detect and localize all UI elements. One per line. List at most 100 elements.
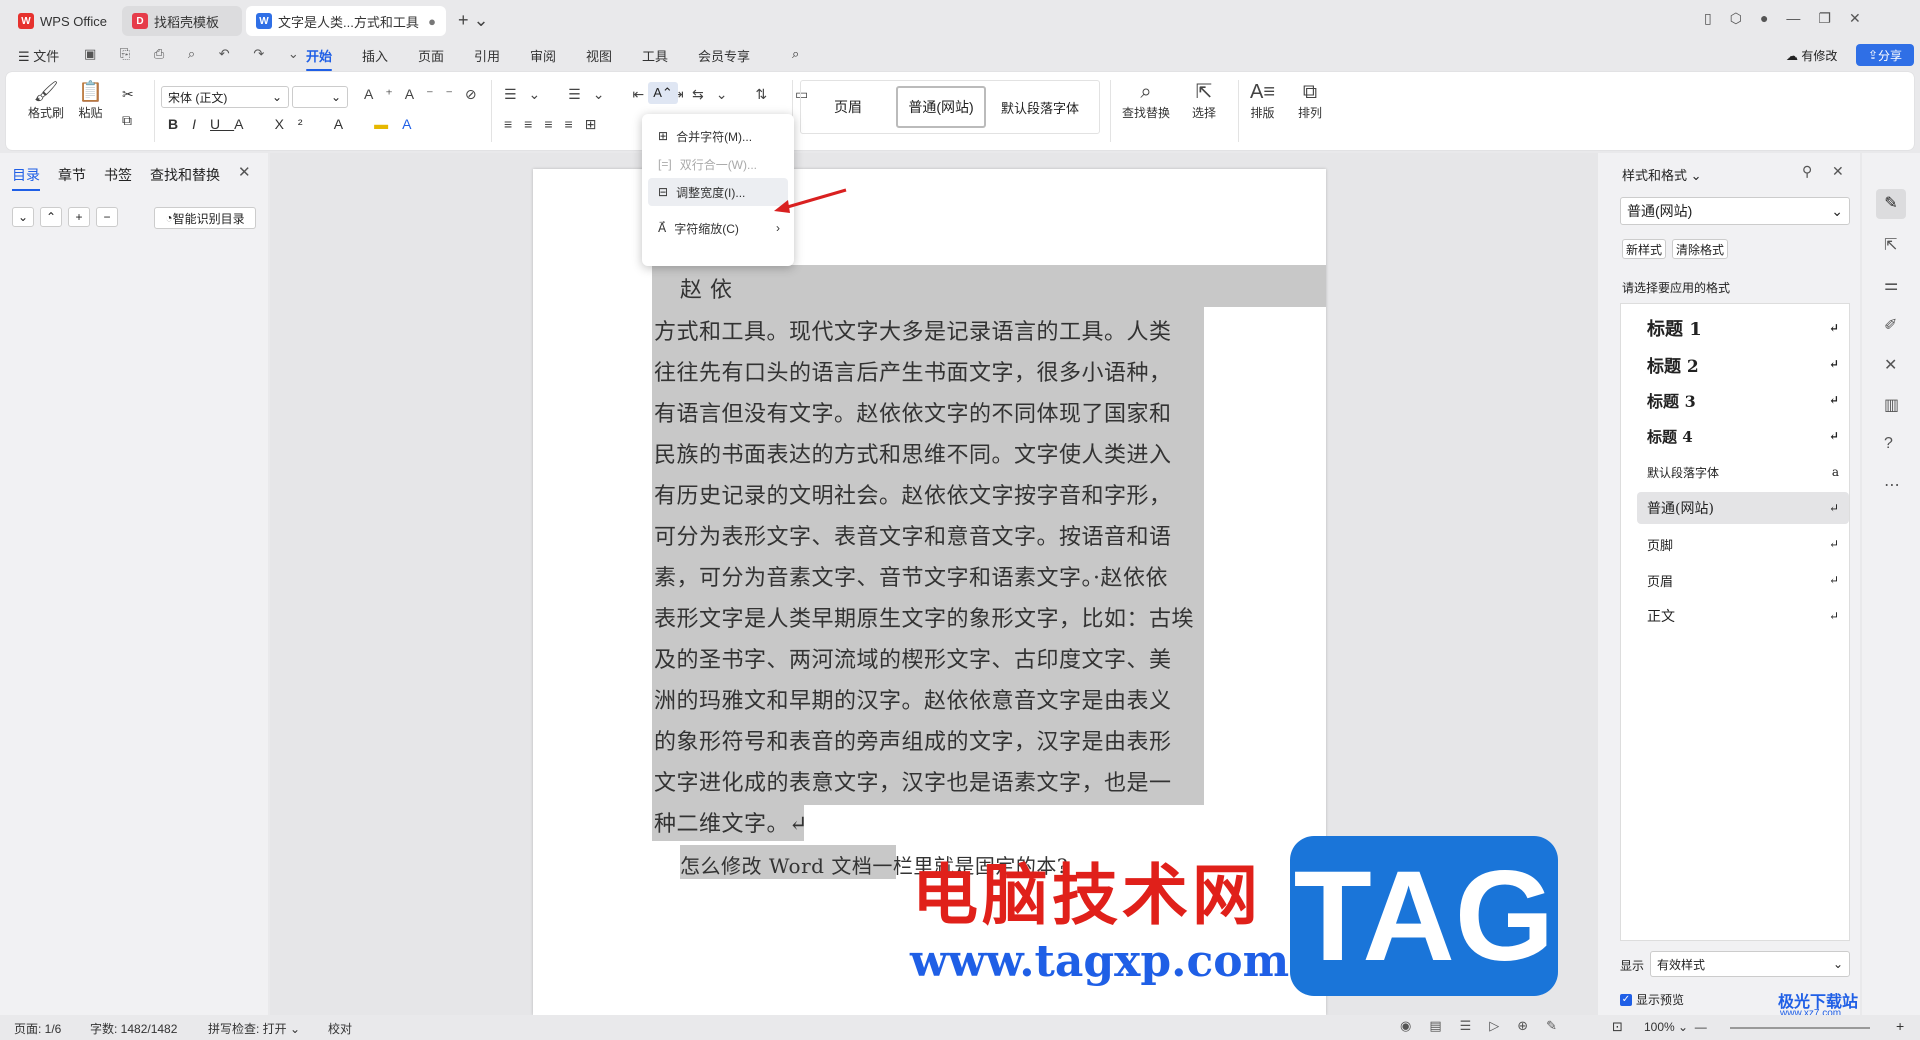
menu-adjust-width[interactable]: ⊟ 调整宽度(I)...: [648, 178, 788, 206]
modified-indicator[interactable]: ☁ 有修改: [1786, 47, 1837, 64]
book-icon[interactable]: ▥: [1884, 395, 1899, 415]
style-header[interactable]: 页眉: [806, 86, 890, 128]
layout-icon[interactable]: ▯: [1704, 10, 1712, 27]
select-button[interactable]: ⇱ 选择: [1192, 80, 1216, 121]
alignment-row[interactable]: ≡≡≡≡⊞: [504, 116, 608, 133]
expand-icon[interactable]: ⌃: [40, 207, 62, 227]
doc-line: 可分为表形文字、表音文字和意音文字。按语音和语: [654, 525, 1172, 550]
new-style-button[interactable]: 新样式: [1622, 239, 1666, 259]
minimize-icon[interactable]: —: [1786, 10, 1800, 27]
style-heading-1[interactable]: 标题 1 ↵: [1637, 312, 1849, 344]
style-pen-icon[interactable]: ✎: [1876, 189, 1906, 219]
menu-insert[interactable]: 插入: [362, 46, 388, 65]
help-icon[interactable]: ?: [1884, 435, 1893, 453]
two-lines-icon: [=]: [658, 157, 672, 171]
font-tools-row1[interactable]: A⁺A⁻⁻⊘: [364, 86, 489, 103]
menu-page[interactable]: 页面: [418, 46, 444, 65]
word-count[interactable]: 字数: 1482/1482: [90, 1020, 177, 1037]
zoom-level[interactable]: 100% ⌄ —: [1644, 1020, 1707, 1034]
close-panel-icon[interactable]: ✕: [238, 163, 251, 181]
style-label: 标题 2: [1647, 356, 1699, 377]
menu-merge-chars[interactable]: ⊞ 合并字符(M)...: [648, 122, 788, 150]
font-size-select[interactable]: ⌄: [292, 86, 348, 108]
tab-toc[interactable]: 目录: [12, 165, 40, 191]
menu-two-lines-in-one[interactable]: [=] 双行合一(W)...: [648, 150, 788, 178]
cut-icon[interactable]: ✂: [122, 86, 134, 103]
tab-template[interactable]: D 找稻壳模板: [122, 6, 242, 36]
styles-panel-title[interactable]: 样式和格式 ⌄: [1622, 165, 1702, 184]
style-body[interactable]: 正文 ↵: [1637, 600, 1849, 632]
search-icon[interactable]: ⌕: [792, 46, 799, 62]
spell-check-label: 拼写检查: 打开: [208, 1022, 287, 1036]
copy-icon[interactable]: ⧉: [122, 112, 132, 129]
proofread[interactable]: 校对: [328, 1020, 352, 1037]
style-header[interactable]: 页眉 ↵: [1637, 564, 1849, 596]
tools-icon[interactable]: ✕: [1884, 355, 1897, 375]
close-icon[interactable]: ✕: [1832, 163, 1844, 180]
close-icon[interactable]: ✕: [1849, 10, 1861, 27]
style-footer[interactable]: 页脚 ↵: [1637, 528, 1849, 560]
style-normal-web[interactable]: 普通(网站) ↵: [1637, 492, 1849, 524]
spell-check[interactable]: 拼写检查: 打开 ⌄: [208, 1020, 300, 1037]
restore-icon[interactable]: ❐: [1818, 10, 1831, 27]
style-heading-2[interactable]: 标题 2 ↵: [1637, 348, 1849, 380]
style-heading-4[interactable]: 标题 4 ↵: [1637, 420, 1849, 452]
menu-reference[interactable]: 引用: [474, 46, 500, 65]
share-button[interactable]: ⇪ 分享: [1856, 44, 1914, 66]
menu-view[interactable]: 视图: [586, 46, 612, 65]
file-label: 文件: [33, 49, 60, 64]
add-icon[interactable]: +: [68, 207, 90, 227]
zoom-slider[interactable]: [1730, 1027, 1870, 1029]
file-menu[interactable]: ☰ 文件: [18, 46, 59, 65]
style-default-font[interactable]: 默认段落字体 a: [1637, 456, 1849, 488]
paste-button[interactable]: 📋 粘贴: [78, 80, 103, 121]
more-icon[interactable]: ⋯: [1884, 475, 1900, 495]
remove-icon[interactable]: −: [96, 207, 118, 227]
font-format-row[interactable]: BIUA X² A ▬A: [168, 116, 426, 132]
format-painter-label: 格式刷: [28, 106, 65, 120]
edit-doc-icon[interactable]: ✐: [1884, 315, 1897, 335]
current-style-select[interactable]: 普通(网站) ⌄: [1620, 197, 1850, 225]
tab-chapter[interactable]: 章节: [58, 165, 86, 185]
page-count[interactable]: 页面: 1/6: [14, 1020, 61, 1037]
tab-wps-office[interactable]: W WPS Office: [8, 6, 120, 36]
tab-bookmark[interactable]: 书签: [104, 165, 132, 185]
show-select[interactable]: 有效样式 ⌄: [1650, 951, 1850, 977]
fit-icon[interactable]: ⊡: [1612, 1019, 1623, 1035]
preview-checkbox[interactable]: ✓ 显示预览: [1620, 991, 1684, 1008]
find-replace-button[interactable]: ⌕ 查找替换: [1122, 80, 1170, 121]
layout-button[interactable]: A≡ 排版: [1250, 80, 1275, 121]
format-painter-button[interactable]: 🖌 格式刷: [28, 80, 64, 121]
avatar[interactable]: ●: [1760, 10, 1768, 27]
zoom-in-icon[interactable]: +: [1896, 1018, 1904, 1034]
collapse-icon[interactable]: ⌄: [12, 207, 34, 227]
smart-toc-button[interactable]: ◔ 智能识别目录: [154, 207, 256, 229]
menu-char-scale[interactable]: A⃗ 字符缩放(C) ›: [648, 214, 788, 242]
menu-item-label: 字符缩放(C): [674, 221, 739, 236]
tab-find-replace[interactable]: 查找和替换: [150, 165, 220, 185]
current-style-value: 普通(网站): [1627, 203, 1693, 219]
quick-access-toolbar[interactable]: ▣ ⎘ ⎙ ⌕ ↶ ↷ ⌄: [84, 46, 309, 62]
menu-tools[interactable]: 工具: [642, 46, 668, 65]
style-label: 普通(网站): [1647, 501, 1714, 517]
modified-label: 有修改: [1801, 49, 1838, 63]
adjust-icon[interactable]: ⚌: [1884, 275, 1898, 295]
clear-format-button[interactable]: 清除格式: [1672, 239, 1728, 259]
style-normal-web[interactable]: 普通(网站): [896, 86, 986, 128]
view-mode-icons[interactable]: ◉▤☰▷⊕✎: [1400, 1018, 1575, 1034]
style-default-font[interactable]: 默认段落字体: [990, 86, 1090, 128]
menu-start[interactable]: 开始: [306, 46, 333, 71]
select-cursor-icon[interactable]: ⇱: [1884, 235, 1897, 255]
menu-member[interactable]: 会员专享: [698, 46, 750, 65]
font-family-select[interactable]: 宋体 (正文) ⌄: [161, 86, 289, 108]
pin-icon[interactable]: ⚲: [1802, 163, 1812, 180]
arrange-button[interactable]: ⧉ 排列: [1298, 80, 1322, 121]
tab-document[interactable]: W 文字是人类...方式和工具 ●: [246, 6, 446, 36]
cube-icon[interactable]: ⬡: [1730, 10, 1742, 27]
new-tab-icon[interactable]: + ⌄: [458, 10, 489, 31]
menu-review[interactable]: 审阅: [530, 46, 556, 65]
style-heading-3[interactable]: 标题 3 ↵: [1637, 384, 1849, 416]
chinese-layout-button[interactable]: A⌃: [648, 82, 678, 104]
vertical-scrollbar[interactable]: [1588, 153, 1598, 1015]
tab-close-icon[interactable]: ●: [428, 14, 436, 29]
